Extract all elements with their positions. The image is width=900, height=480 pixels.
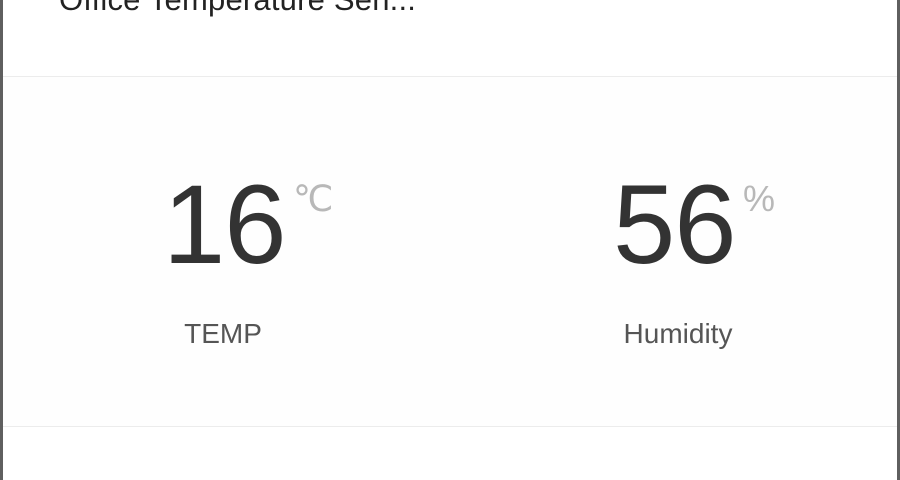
sensor-screen: Office Temperature Sen... 16 ℃ TEMP 56 %…: [0, 0, 900, 480]
humidity-value-group: 56 %: [533, 165, 833, 285]
humidity-value: 56: [613, 162, 737, 287]
temperature-value: 16: [163, 162, 287, 287]
temperature-unit: ℃: [293, 178, 334, 219]
sensor-card: Office Temperature Sen... 16 ℃ TEMP 56 %…: [3, 0, 897, 480]
humidity-unit: %: [743, 178, 776, 219]
temperature-value-group: 16 ℃: [83, 165, 383, 285]
temperature-label: TEMP: [184, 318, 262, 349]
humidity-metric: 56 % Humidity: [533, 77, 833, 426]
device-name: Office Temperature Sen...: [59, 0, 416, 20]
temperature-metric: 16 ℃ TEMP: [83, 77, 383, 426]
metrics-panel: 16 ℃ TEMP 56 % Humidity: [3, 77, 897, 426]
humidity-label: Humidity: [623, 318, 733, 349]
card-footer: [3, 426, 897, 480]
card-header: Office Temperature Sen...: [3, 0, 897, 77]
